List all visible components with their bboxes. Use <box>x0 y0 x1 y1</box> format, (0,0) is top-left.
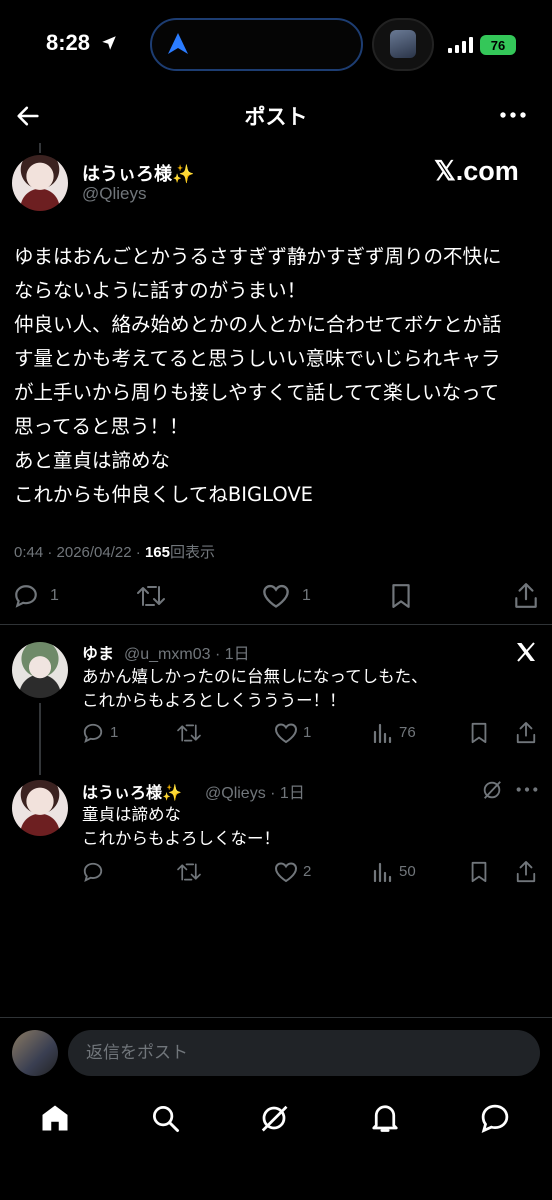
views-label: 回表示 <box>169 544 215 561</box>
reply-author-name[interactable]: はうぃろ様✨ <box>82 779 182 803</box>
bookmark-icon[interactable] <box>469 722 489 744</box>
thread-connector <box>39 143 41 153</box>
author-avatar[interactable] <box>12 155 68 211</box>
x-logo-icon <box>517 642 535 662</box>
like-count: 1 <box>303 724 312 741</box>
views-icon[interactable] <box>372 862 392 882</box>
thread-line <box>39 703 41 775</box>
messages-icon[interactable] <box>480 1103 510 1133</box>
post-line: 仲良い人、絡み始めとかの人とかに合わせてボケとか話 <box>14 313 502 336</box>
repost-icon[interactable] <box>176 722 202 744</box>
share-icon[interactable] <box>515 721 537 745</box>
like-icon[interactable] <box>274 861 298 883</box>
more-icon[interactable] <box>516 787 538 792</box>
post-timestamp: 0:44 · 2026/04/22 · <box>14 544 145 561</box>
post-text: ゆまはおんごとかうるさすぎず静かすぎず周りの不快に ならないように話すのがうまい… <box>14 240 544 512</box>
reply-line: これからもよろとしくうううー！！ <box>82 691 346 710</box>
location-arrow-icon <box>102 36 116 50</box>
view-count: 76 <box>399 724 416 741</box>
post-line: ならないように話すのがうまい！ <box>14 279 307 302</box>
reply-line: あかん嬉しかったのに台無しになってしもた、 <box>82 667 428 686</box>
x-watermark: 𝕏.com <box>434 156 519 186</box>
view-count: 165 <box>144 544 170 561</box>
like-icon[interactable] <box>274 722 298 744</box>
reply-count: 1 <box>110 724 119 741</box>
post-line: が上手いから周りも接しやすくて話してて楽しいなって <box>14 381 500 404</box>
reply-icon[interactable] <box>82 722 104 744</box>
reply-avatar[interactable] <box>12 642 68 698</box>
reply-avatar[interactable] <box>12 780 68 836</box>
share-icon[interactable] <box>515 860 537 884</box>
post-line: ゆまはおんごとかうるさすぎず静かすぎず周りの不快に <box>14 245 502 268</box>
post-line: これからも仲良くしてねBIGLOVE <box>14 483 313 506</box>
author-name[interactable]: はうぃろ様✨ <box>82 160 194 186</box>
navigation-arrow-icon <box>168 33 188 54</box>
user-avatar[interactable] <box>12 1030 58 1076</box>
reply-text: 童貞は諦めな これからもよろしくなー！ <box>82 803 280 851</box>
like-count: 1 <box>302 587 311 604</box>
like-count: 2 <box>303 863 312 880</box>
activity-thumbnail <box>390 30 416 58</box>
grok-icon[interactable] <box>481 779 503 801</box>
reply-input[interactable]: 返信をポスト <box>68 1030 540 1076</box>
reply-line: これからもよろしくなー！ <box>82 829 280 848</box>
divider <box>0 1017 552 1018</box>
post-line: す量とかも考えてると思うしいい意味でいじられキャラ <box>14 347 501 370</box>
post-line: 思ってると思う！！ <box>14 415 189 438</box>
reply-icon[interactable] <box>82 861 104 883</box>
search-icon[interactable] <box>150 1103 180 1133</box>
view-count: 50 <box>399 863 416 880</box>
reply-author-handle[interactable]: @Qlieys · 1日 <box>205 779 305 803</box>
reply-icon[interactable] <box>13 583 39 609</box>
page-title: ポスト <box>244 105 308 129</box>
signal-icon <box>448 37 473 53</box>
reply-author-name[interactable]: ゆま <box>82 640 114 664</box>
views-icon[interactable] <box>372 723 392 743</box>
reply-author-handle[interactable]: @u_mxm03 · 1日 <box>124 640 250 664</box>
repost-icon[interactable] <box>136 583 166 609</box>
author-handle[interactable]: @Qlieys <box>82 184 147 204</box>
reply-text: あかん嬉しかったのに台無しになってしもた、 これからもよろとしくうううー！！ <box>82 665 428 713</box>
bookmark-icon[interactable] <box>389 583 413 609</box>
grok-icon[interactable] <box>259 1103 289 1133</box>
battery-level: 76 <box>490 37 506 53</box>
divider <box>0 624 552 625</box>
home-icon[interactable] <box>40 1103 70 1133</box>
like-icon[interactable] <box>262 583 290 609</box>
share-icon[interactable] <box>513 582 539 610</box>
more-icon[interactable] <box>500 112 526 118</box>
post-meta: 0:44 · 2026/04/22 · 165回表示 <box>14 541 215 562</box>
reply-line: 童貞は諦めな <box>82 805 181 824</box>
post-line: あと童貞は諦めな <box>14 449 171 472</box>
status-time: 8:28 <box>46 30 91 55</box>
battery-indicator: 76 <box>480 35 516 55</box>
notifications-icon[interactable] <box>370 1103 400 1133</box>
repost-icon[interactable] <box>176 861 202 883</box>
bookmark-icon[interactable] <box>469 861 489 883</box>
reply-count: 1 <box>50 587 59 604</box>
